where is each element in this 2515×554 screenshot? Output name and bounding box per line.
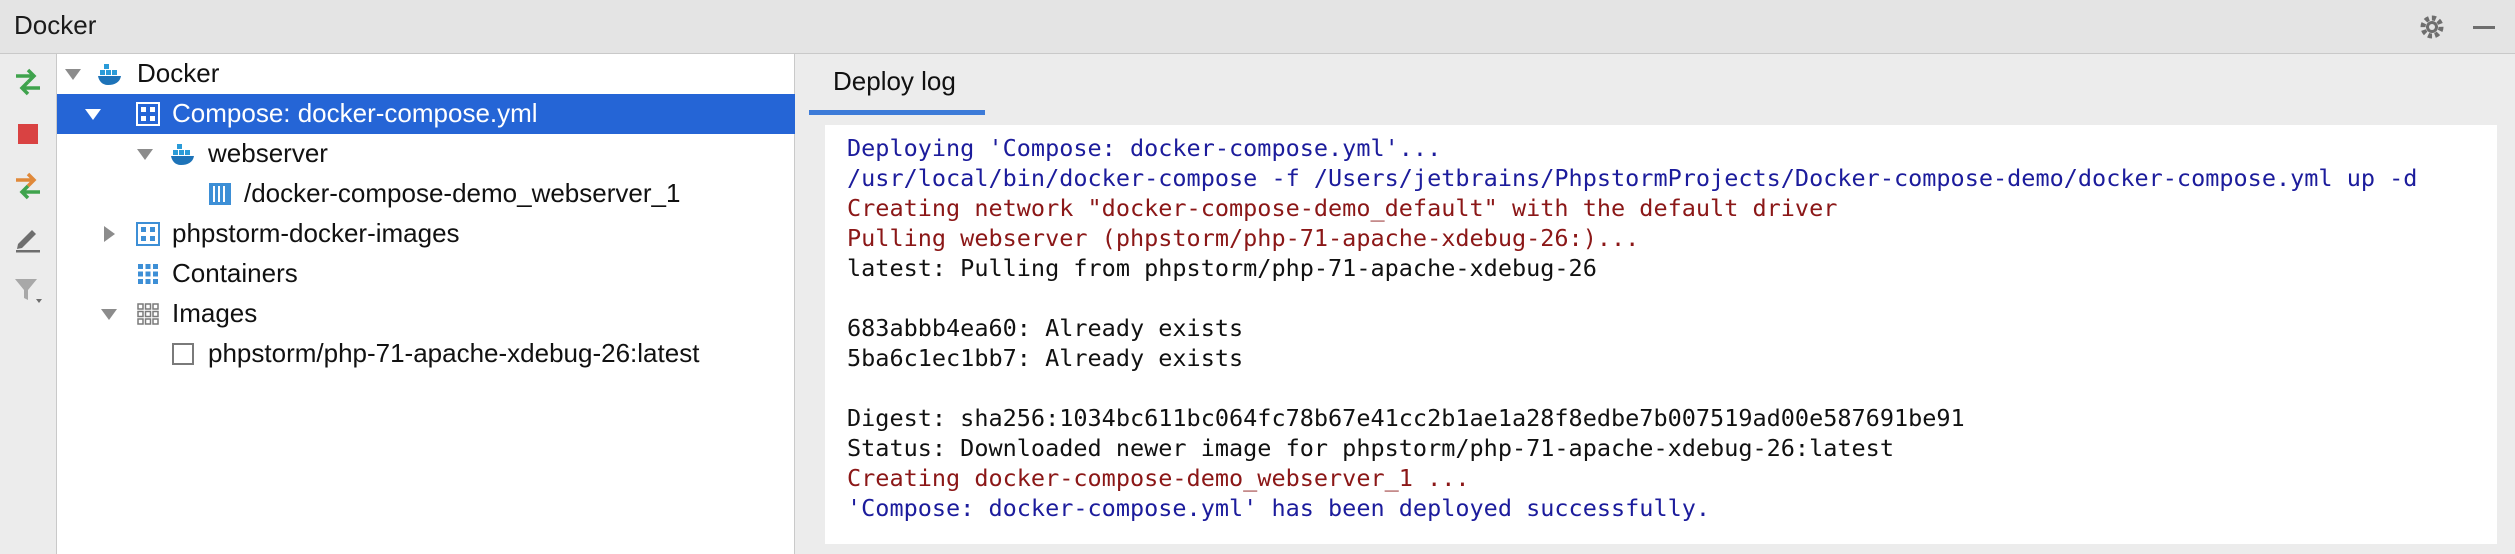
minimize-icon[interactable] (2470, 13, 2498, 41)
tree-node-label: /docker-compose-demo_webserver_1 (244, 178, 681, 208)
images-grid-icon (137, 303, 159, 325)
log-line: 'Compose: docker-compose.yml' has been d… (847, 494, 1711, 522)
log-line: Status: Downloaded newer image for phpst… (847, 434, 1894, 462)
tree-node-image-php71[interactable]: phpstorm/php-71-apache-xdebug-26:latest (57, 334, 795, 374)
containers-grid-icon (138, 264, 158, 284)
log-line: Deploying 'Compose: docker-compose.yml'.… (847, 134, 1442, 162)
docker-tree: Docker Compose: docker-compose.yml webse… (57, 54, 795, 554)
tab-bar: Deploy log (795, 54, 2515, 115)
tree-node-label: Docker (137, 58, 220, 88)
log-line: latest: Pulling from phpstorm/php-71-apa… (847, 254, 1597, 282)
stop-icon[interactable] (12, 118, 44, 150)
tree-node-label: phpstorm-docker-images (172, 218, 460, 248)
log-line: Pulling webserver (phpstorm/php-71-apach… (847, 224, 1640, 252)
collapsed-arrow-icon[interactable] (99, 224, 119, 244)
details-panel: Deploy log Deploying 'Compose: docker-co… (795, 54, 2515, 554)
image-icon (172, 343, 194, 365)
tab-deploy-log[interactable]: Deploy log (809, 54, 985, 115)
compose-icon (136, 222, 160, 246)
expand-arrow-icon[interactable] (63, 64, 83, 84)
redeploy-icon[interactable] (12, 170, 44, 202)
filter-icon[interactable] (12, 274, 44, 306)
log-line: /usr/local/bin/docker-compose -f /Users/… (847, 164, 2418, 192)
window-title: Docker (14, 10, 97, 40)
expand-arrow-icon[interactable] (83, 104, 103, 124)
log-line: Digest: sha256:1034bc611bc064fc78b67e41c… (847, 404, 1965, 432)
tree-node-compose[interactable]: Compose: docker-compose.yml (57, 94, 795, 134)
tree-node-containers[interactable]: Containers (57, 254, 795, 294)
tree-node-docker[interactable]: Docker (57, 54, 795, 94)
log-line: 683abbb4ea60: Already exists (847, 314, 1244, 342)
log-line: Creating docker-compose-demo_webserver_1… (847, 464, 1470, 492)
expand-arrow-icon[interactable] (99, 304, 119, 324)
compose-icon (136, 102, 160, 126)
docker-whale-icon (171, 144, 194, 165)
docker-tool-window: Docker Docker Compose: docker-compose.ym… (0, 0, 2515, 554)
settings-gear-icon[interactable] (2418, 13, 2446, 41)
tab-label: Deploy log (833, 66, 956, 96)
log-line: 5ba6c1ec1bb7: Already exists (847, 344, 1244, 372)
expand-arrow-icon[interactable] (135, 144, 155, 164)
tree-node-webserver[interactable]: webserver (57, 134, 795, 174)
deploy-log-console[interactable]: Deploying 'Compose: docker-compose.yml'.… (825, 125, 2497, 544)
container-running-icon (209, 183, 231, 205)
docker-toolbar (0, 54, 57, 554)
tree-node-images[interactable]: Images (57, 294, 795, 334)
tree-node-label: phpstorm/php-71-apache-xdebug-26:latest (208, 338, 700, 368)
edit-configuration-icon[interactable] (12, 222, 44, 254)
tree-node-label: Containers (172, 258, 298, 288)
tree-node-label: webserver (208, 138, 328, 168)
log-line: Creating network "docker-compose-demo_de… (847, 194, 1838, 222)
deploy-icon[interactable] (12, 66, 44, 98)
tree-node-container-webserver[interactable]: /docker-compose-demo_webserver_1 (57, 174, 795, 214)
tree-node-label: Compose: docker-compose.yml (172, 98, 538, 128)
tree-node-label: Images (172, 298, 258, 328)
docker-whale-icon (98, 64, 121, 85)
tool-window-header: Docker (0, 0, 2515, 54)
tree-node-phpstorm-docker-images[interactable]: phpstorm-docker-images (57, 214, 795, 254)
